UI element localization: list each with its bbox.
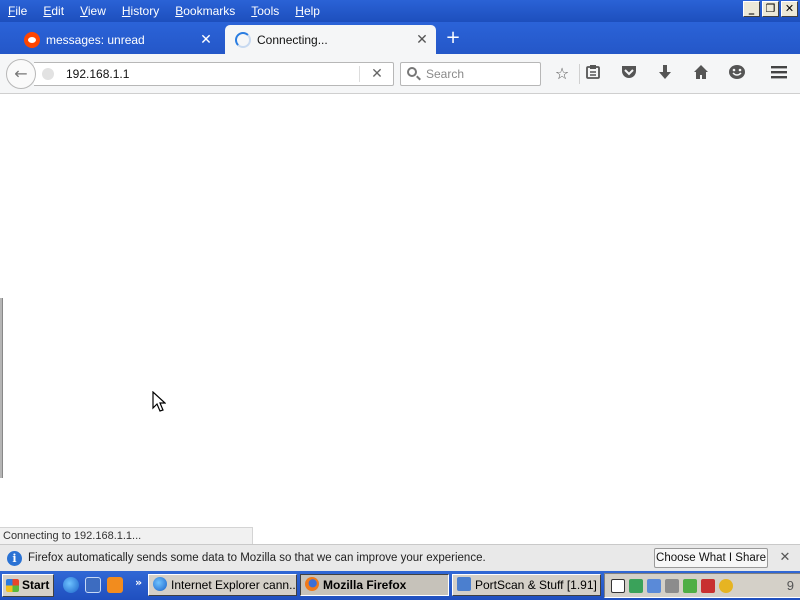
back-button[interactable]: ← bbox=[6, 59, 36, 89]
notification-bar: i Firefox automatically sends some data … bbox=[0, 544, 800, 571]
pocket-icon[interactable] bbox=[619, 64, 639, 84]
mouse-cursor-icon bbox=[152, 391, 166, 412]
taskbar-button-label: Internet Explorer cann... bbox=[171, 578, 297, 592]
tab-close-button[interactable]: ✕ bbox=[198, 32, 214, 48]
menu-bookmarks[interactable]: Bookmarks bbox=[167, 0, 243, 22]
side-panel-edge bbox=[0, 298, 3, 478]
navigation-toolbar: 192.168.1.1 ✕ ← Search ☆ bbox=[0, 54, 800, 94]
menu-bar: File Edit View History Bookmarks Tools H… bbox=[0, 0, 800, 22]
menu-file[interactable]: File bbox=[0, 0, 35, 22]
tab-label: messages: unread bbox=[46, 32, 145, 47]
info-icon: i bbox=[7, 551, 22, 566]
site-identity-icon[interactable] bbox=[42, 68, 54, 80]
media-player-icon[interactable] bbox=[107, 577, 123, 593]
reading-list-icon[interactable] bbox=[583, 64, 603, 84]
reddit-icon bbox=[24, 31, 40, 48]
search-icon bbox=[407, 67, 417, 77]
window-controls: _ ❐ ✕ bbox=[743, 1, 798, 17]
choose-what-i-share-button[interactable]: Choose What I Share bbox=[654, 548, 768, 568]
taskbar-button-label: Mozilla Firefox bbox=[323, 578, 407, 592]
help-icon[interactable] bbox=[611, 579, 625, 593]
system-tray: 9 bbox=[604, 573, 800, 598]
display-icon[interactable] bbox=[647, 579, 661, 593]
updates-icon[interactable] bbox=[719, 579, 733, 593]
divider bbox=[359, 66, 360, 82]
notification-text: Firefox automatically sends some data to… bbox=[28, 552, 486, 564]
show-desktop-icon[interactable] bbox=[85, 577, 101, 593]
minimize-button[interactable]: _ bbox=[743, 1, 760, 17]
menu-icon[interactable] bbox=[769, 64, 789, 84]
firefox-icon bbox=[305, 577, 319, 591]
clock: 9 bbox=[786, 578, 794, 593]
bookmark-star-icon[interactable]: ☆ bbox=[552, 64, 572, 84]
search-input[interactable]: Search bbox=[400, 62, 541, 86]
new-tab-button[interactable]: + bbox=[442, 27, 464, 49]
taskbar: Start » Internet Explorer cann... Mozill… bbox=[0, 571, 800, 600]
notification-close-button[interactable]: ✕ bbox=[777, 545, 793, 571]
antivirus-icon[interactable] bbox=[701, 579, 715, 593]
divider bbox=[579, 64, 580, 84]
tab-close-button[interactable]: ✕ bbox=[414, 32, 430, 48]
page-content[interactable] bbox=[0, 94, 800, 544]
menu-edit[interactable]: Edit bbox=[35, 0, 72, 22]
portscan-icon bbox=[457, 577, 471, 591]
menu-tools[interactable]: Tools bbox=[243, 0, 287, 22]
taskbar-button-internet-explorer[interactable]: Internet Explorer cann... bbox=[148, 574, 297, 596]
tab-connecting[interactable]: Connecting... ✕ bbox=[225, 25, 436, 54]
volume-icon[interactable] bbox=[665, 579, 679, 593]
hello-chat-icon[interactable] bbox=[727, 64, 747, 84]
security-icon[interactable] bbox=[683, 579, 697, 593]
tab-label: Connecting... bbox=[257, 32, 328, 47]
menu-help[interactable]: Help bbox=[287, 0, 328, 22]
loading-spinner-icon bbox=[235, 31, 251, 48]
taskbar-button-portscan[interactable]: PortScan & Stuff [1.91] bbox=[452, 574, 601, 596]
tab-messages-unread[interactable]: messages: unread ✕ bbox=[14, 25, 220, 54]
search-placeholder: Search bbox=[426, 67, 465, 81]
quick-launch-more-button[interactable]: » bbox=[135, 576, 142, 589]
windows-logo-icon bbox=[6, 579, 19, 592]
downloads-icon[interactable] bbox=[655, 64, 675, 84]
taskbar-button-firefox[interactable]: Mozilla Firefox bbox=[300, 574, 449, 596]
stop-icon[interactable]: ✕ bbox=[367, 63, 387, 85]
url-input[interactable]: 192.168.1.1 bbox=[66, 63, 129, 85]
menu-view[interactable]: View bbox=[72, 0, 114, 22]
start-label: Start bbox=[22, 578, 50, 592]
url-bar[interactable]: 192.168.1.1 ✕ bbox=[34, 62, 394, 86]
home-icon[interactable] bbox=[691, 64, 711, 84]
taskbar-button-label: PortScan & Stuff [1.91] bbox=[475, 578, 597, 592]
status-panel: Connecting to 192.168.1.1... bbox=[0, 527, 253, 544]
close-window-button[interactable]: ✕ bbox=[781, 1, 798, 17]
internet-explorer-icon bbox=[153, 577, 167, 591]
internet-explorer-icon[interactable] bbox=[63, 577, 79, 593]
network-icon[interactable] bbox=[629, 579, 643, 593]
tab-strip: messages: unread ✕ Connecting... ✕ bbox=[0, 22, 800, 54]
restore-button[interactable]: ❐ bbox=[762, 1, 779, 17]
menu-history[interactable]: History bbox=[114, 0, 167, 22]
start-button[interactable]: Start bbox=[2, 574, 54, 597]
